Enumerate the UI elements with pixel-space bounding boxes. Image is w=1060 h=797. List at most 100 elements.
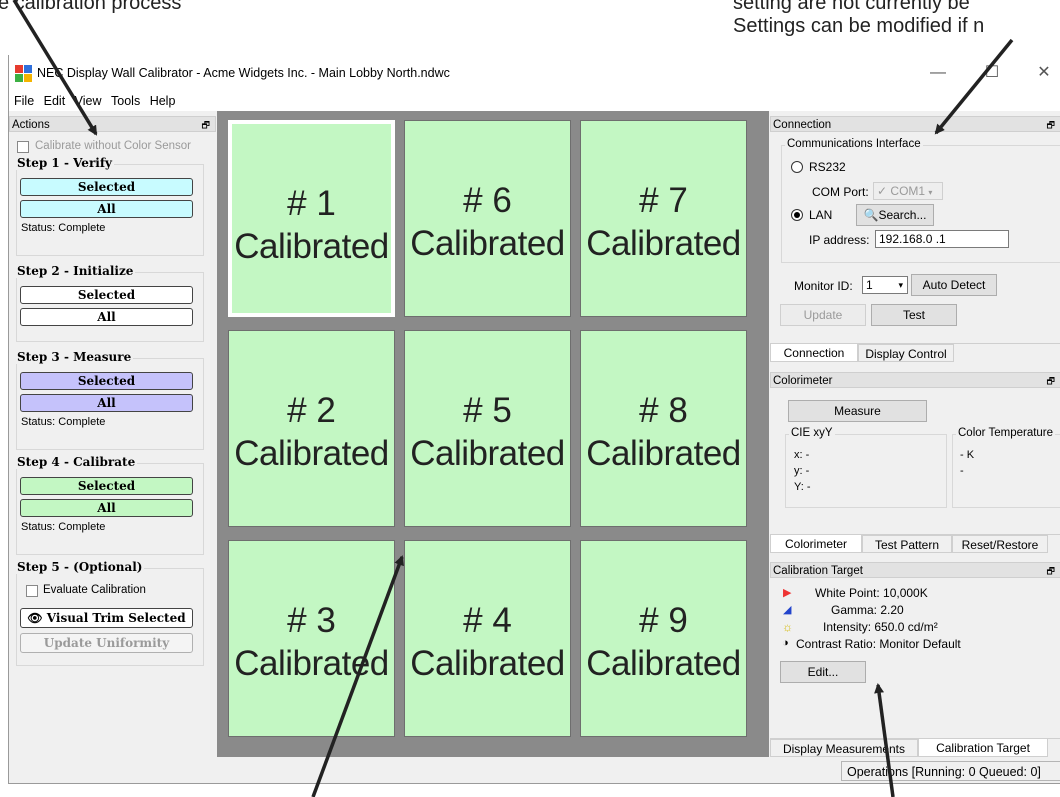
cie-label: CIE xyY xyxy=(789,427,835,439)
chevron-down-icon: ▾ xyxy=(898,280,903,290)
cie-y: y: - xyxy=(794,465,810,477)
menu-tools[interactable]: Tools xyxy=(111,91,140,111)
float-panel-icon[interactable]: 🗗 xyxy=(1047,373,1055,389)
step3-selected-button[interactable]: Selected xyxy=(20,372,193,390)
tab-display-control[interactable]: Display Control xyxy=(858,344,954,362)
tile-6[interactable]: # 6 Calibrated xyxy=(404,120,571,317)
step2-all-button[interactable]: All xyxy=(20,308,193,326)
step1-selected-button[interactable]: Selected xyxy=(20,178,193,196)
tile-2[interactable]: # 2 Calibrated xyxy=(228,330,395,527)
color-temp-value: - K xyxy=(960,449,975,461)
window-title: NEC Display Wall Calibrator - Acme Widge… xyxy=(37,66,450,80)
cie-x: x: - xyxy=(794,449,810,461)
step2-selected-button[interactable]: Selected xyxy=(20,286,193,304)
cie-Y: Y: - xyxy=(794,481,811,493)
check-icon: ✓ xyxy=(877,184,888,198)
contrast-ratio-value: Contrast Ratio: Monitor Default xyxy=(796,637,961,651)
intensity-value: Intensity: 650.0 cd/m² xyxy=(823,620,938,634)
lan-label: LAN xyxy=(809,208,833,222)
visual-trim-button[interactable]: 👁 Visual Trim Selected xyxy=(20,608,193,628)
connection-header: Connection 🗗 xyxy=(770,116,1060,132)
maximize-button[interactable]: ☐ xyxy=(977,61,1007,85)
callout-top-right-2: Settings can be modified if n xyxy=(733,15,985,37)
menu-file[interactable]: File xyxy=(14,91,34,111)
step1-status: Status: Complete xyxy=(21,222,106,234)
tab-colorimeter[interactable]: Colorimeter xyxy=(770,535,862,553)
tab-calibration-target[interactable]: Calibration Target xyxy=(918,739,1048,757)
float-panel-icon[interactable]: 🗗 xyxy=(1047,117,1055,133)
chevron-down-icon: ▾ xyxy=(928,188,933,197)
step4-label: Step 4 - Calibrate xyxy=(15,455,138,469)
tile-5[interactable]: # 5 Calibrated xyxy=(404,330,571,527)
rs232-radio[interactable] xyxy=(791,161,803,173)
right-panel: Connection 🗗 Communications Interface RS2… xyxy=(770,111,1060,781)
menu-edit[interactable]: Edit xyxy=(44,91,66,111)
search-button[interactable]: 🔍Search... xyxy=(856,204,934,226)
calibrate-without-sensor-label: Calibrate without Color Sensor xyxy=(35,140,191,152)
tile-9[interactable]: # 9 Calibrated xyxy=(580,540,747,737)
minimize-button[interactable]: — xyxy=(923,61,953,85)
tab-reset-restore[interactable]: Reset/Restore xyxy=(952,535,1048,553)
measure-button[interactable]: Measure xyxy=(788,400,927,422)
edit-button[interactable]: Edit... xyxy=(780,661,866,683)
tab-connection[interactable]: Connection xyxy=(770,344,858,362)
gamma-value: Gamma: 2.20 xyxy=(831,603,904,617)
step2-label: Step 2 - Initialize xyxy=(15,264,136,278)
eye-icon: 👁 xyxy=(27,611,43,625)
callout-top-left: e calibration process xyxy=(0,0,182,14)
ip-address-input[interactable]: 192.168.0 .1 xyxy=(875,230,1009,248)
step4-all-button[interactable]: All xyxy=(20,499,193,517)
step5-label: Step 5 - (Optional) xyxy=(15,560,145,574)
callout-top-right-1: setting are not currently be xyxy=(733,0,970,14)
step3-all-button[interactable]: All xyxy=(20,394,193,412)
step3-status: Status: Complete xyxy=(21,416,106,428)
float-panel-icon[interactable]: 🗗 xyxy=(202,117,210,133)
menu-view[interactable]: View xyxy=(75,91,102,111)
evaluate-calibration-label: Evaluate Calibration xyxy=(43,584,146,596)
com-port-select[interactable]: ✓ COM1 ▾ xyxy=(873,182,943,200)
app-icon xyxy=(15,65,32,82)
tile-1[interactable]: # 1 Calibrated xyxy=(228,120,395,317)
menu-help[interactable]: Help xyxy=(150,91,176,111)
calibration-tabs: Display Measurements Calibration Target xyxy=(770,738,1060,757)
tab-test-pattern[interactable]: Test Pattern xyxy=(862,535,952,553)
comm-interface-label: Communications Interface xyxy=(785,138,923,150)
monitor-id-label: Monitor ID: xyxy=(794,279,853,293)
tile-7[interactable]: # 7 Calibrated xyxy=(580,120,747,317)
update-uniformity-button[interactable]: Update Uniformity xyxy=(20,633,193,653)
color-temp-dash: - xyxy=(960,465,964,477)
calibrate-without-sensor-checkbox[interactable] xyxy=(17,141,29,153)
title-bar: NEC Display Wall Calibrator - Acme Widge… xyxy=(9,55,1060,91)
float-panel-icon[interactable]: 🗗 xyxy=(1047,563,1055,579)
step4-selected-button[interactable]: Selected xyxy=(20,477,193,495)
tile-8[interactable]: # 8 Calibrated xyxy=(580,330,747,527)
tab-display-measurements[interactable]: Display Measurements xyxy=(770,739,918,757)
display-wall-grid: # 1 Calibrated # 6 Calibrated # 7 Calibrate… xyxy=(217,111,769,757)
step1-all-button[interactable]: All xyxy=(20,200,193,218)
step3-label: Step 3 - Measure xyxy=(15,350,134,364)
actions-header: Actions 🗗 xyxy=(9,116,216,132)
connection-tabs: Connection Display Control xyxy=(770,343,1060,362)
tile-4[interactable]: # 4 Calibrated xyxy=(404,540,571,737)
step1-label: Step 1 - Verify xyxy=(15,156,114,170)
lan-radio[interactable] xyxy=(791,209,803,221)
step4-status: Status: Complete xyxy=(21,521,106,533)
gamma-icon: ◢ xyxy=(783,604,792,616)
menu-bar: File Edit View Tools Help xyxy=(9,91,1060,111)
search-icon: 🔍 xyxy=(863,208,879,222)
monitor-id-select[interactable]: 1 ▾ xyxy=(862,276,908,294)
app-window: NEC Display Wall Calibrator - Acme Widge… xyxy=(8,55,1060,784)
tile-3[interactable]: # 3 Calibrated xyxy=(228,540,395,737)
test-button[interactable]: Test xyxy=(871,304,957,326)
auto-detect-button[interactable]: Auto Detect xyxy=(911,274,997,296)
update-button[interactable]: Update xyxy=(780,304,866,326)
contrast-icon: ◑ xyxy=(782,637,789,649)
color-temp-group xyxy=(952,434,1060,508)
color-temp-label: Color Temperature xyxy=(956,427,1056,439)
cie-group xyxy=(785,434,947,508)
ip-address-label: IP address: xyxy=(809,233,870,247)
colorimeter-tabs: Colorimeter Test Pattern Reset/Restore xyxy=(770,534,1060,553)
evaluate-calibration-checkbox[interactable] xyxy=(26,585,38,597)
rs232-label: RS232 xyxy=(809,160,846,174)
close-button[interactable]: ✕ xyxy=(1029,61,1059,85)
